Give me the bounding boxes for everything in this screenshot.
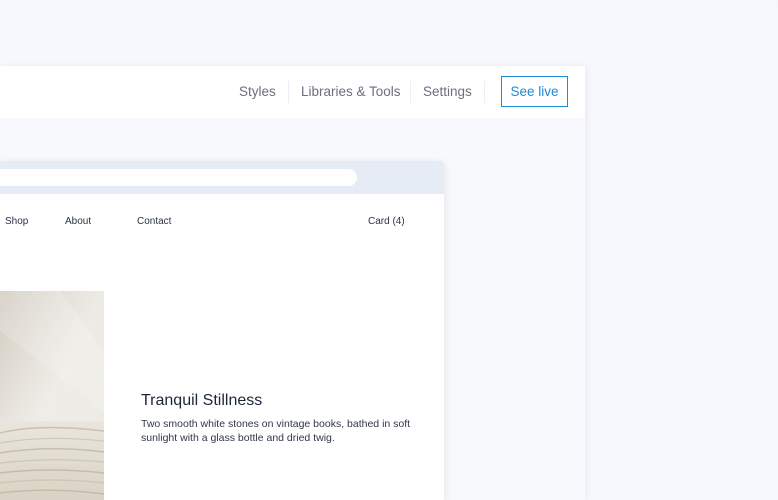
nav-divider	[410, 81, 411, 103]
editor-panel: Styles Libraries & Tools Settings See li…	[0, 66, 585, 500]
product-title: Tranquil Stillness	[141, 392, 263, 409]
product-description: Two smooth white stones on vintage books…	[141, 418, 411, 444]
browser-chrome	[0, 161, 444, 194]
settings-tab[interactable]: Settings	[423, 83, 472, 101]
app-canvas: Styles Libraries & Tools Settings See li…	[0, 0, 778, 500]
nav-divider	[484, 81, 485, 103]
site-nav-cart[interactable]: Card (4)	[368, 216, 405, 228]
site-nav-contact[interactable]: Contact	[137, 216, 171, 228]
styles-tab[interactable]: Styles	[239, 83, 276, 101]
site-nav-about[interactable]: About	[65, 216, 91, 228]
address-bar[interactable]	[0, 169, 357, 186]
site-preview-frame: Shop About Contact Card (4) Tranquil Sti…	[0, 161, 444, 500]
product-photo-illustration	[0, 291, 104, 500]
libraries-tools-tab[interactable]: Libraries & Tools	[301, 83, 401, 101]
product-image	[0, 291, 104, 500]
editor-topbar: Styles Libraries & Tools Settings See li…	[0, 66, 585, 118]
nav-divider	[288, 81, 289, 103]
site-nav-shop[interactable]: Shop	[5, 216, 28, 228]
see-live-button[interactable]: See live	[501, 76, 568, 107]
